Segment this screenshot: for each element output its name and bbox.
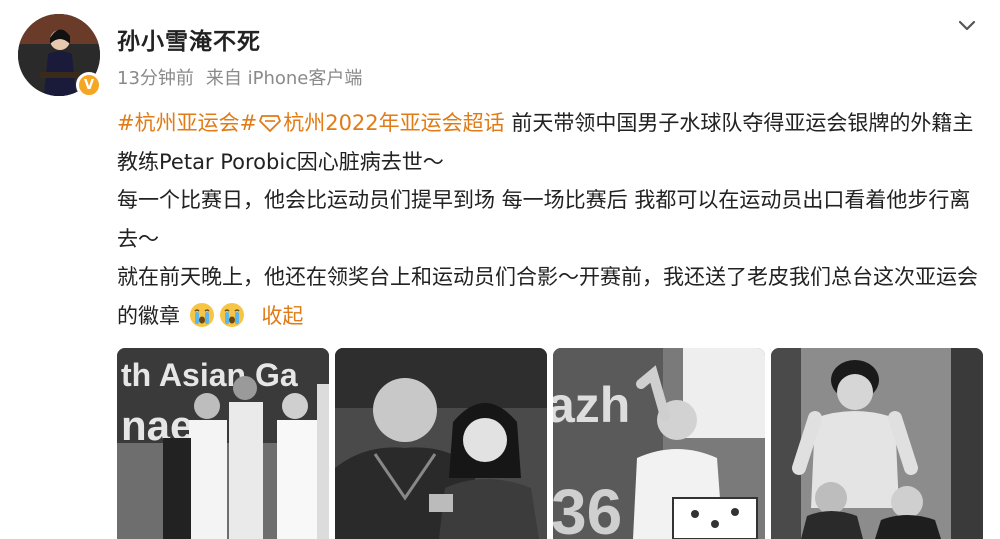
photo3-num-text: 36 — [553, 476, 622, 539]
photo-4[interactable] — [771, 348, 983, 539]
photo1-sign-text: th Asian Ga — [121, 357, 298, 393]
super-topic-link[interactable]: 杭州2022年亚运会超话 — [257, 111, 505, 135]
post-line3: 就在前天晚上，他还在领奖台上和运动员们合影～开赛前，我还送了老皮我们总台这次亚运… — [117, 265, 978, 328]
post-source[interactable]: 来自 iPhone客户端 — [206, 64, 362, 90]
super-topic-icon — [259, 115, 282, 133]
post-line2: 每一个比赛日，他会比运动员们提早到场 每一场比赛后 我都可以在运动员出口看着他步… — [117, 188, 971, 251]
post-meta: 13分钟前 来自 iPhone客户端 — [117, 64, 362, 90]
photo-3[interactable]: azh 36 — [553, 348, 765, 539]
photo-1[interactable]: th Asian Ga nae — [117, 348, 329, 539]
verified-badge-icon: V — [76, 72, 102, 98]
post-time: 13分钟前 — [117, 68, 194, 89]
crying-emoji-icon — [219, 302, 244, 327]
super-topic-label: 杭州2022年亚运会超话 — [283, 111, 505, 135]
collapse-button[interactable]: 收起 — [261, 304, 303, 328]
username[interactable]: 孙小雪淹不死 — [117, 22, 261, 56]
post-text: #杭州亚运会# 杭州2022年亚运会超话 前天带领中国男子水球队夺得亚运会银牌的外… — [117, 104, 985, 335]
photo-grid: th Asian Ga nae azh 36 — [117, 348, 985, 539]
avatar[interactable]: V — [18, 14, 102, 98]
photo-2[interactable] — [335, 348, 547, 539]
photo3-sign-text: azh — [553, 377, 630, 433]
crying-emoji-icon — [189, 302, 214, 327]
chevron-down-icon[interactable] — [956, 14, 978, 36]
hashtag-link[interactable]: #杭州亚运会# — [117, 111, 257, 135]
